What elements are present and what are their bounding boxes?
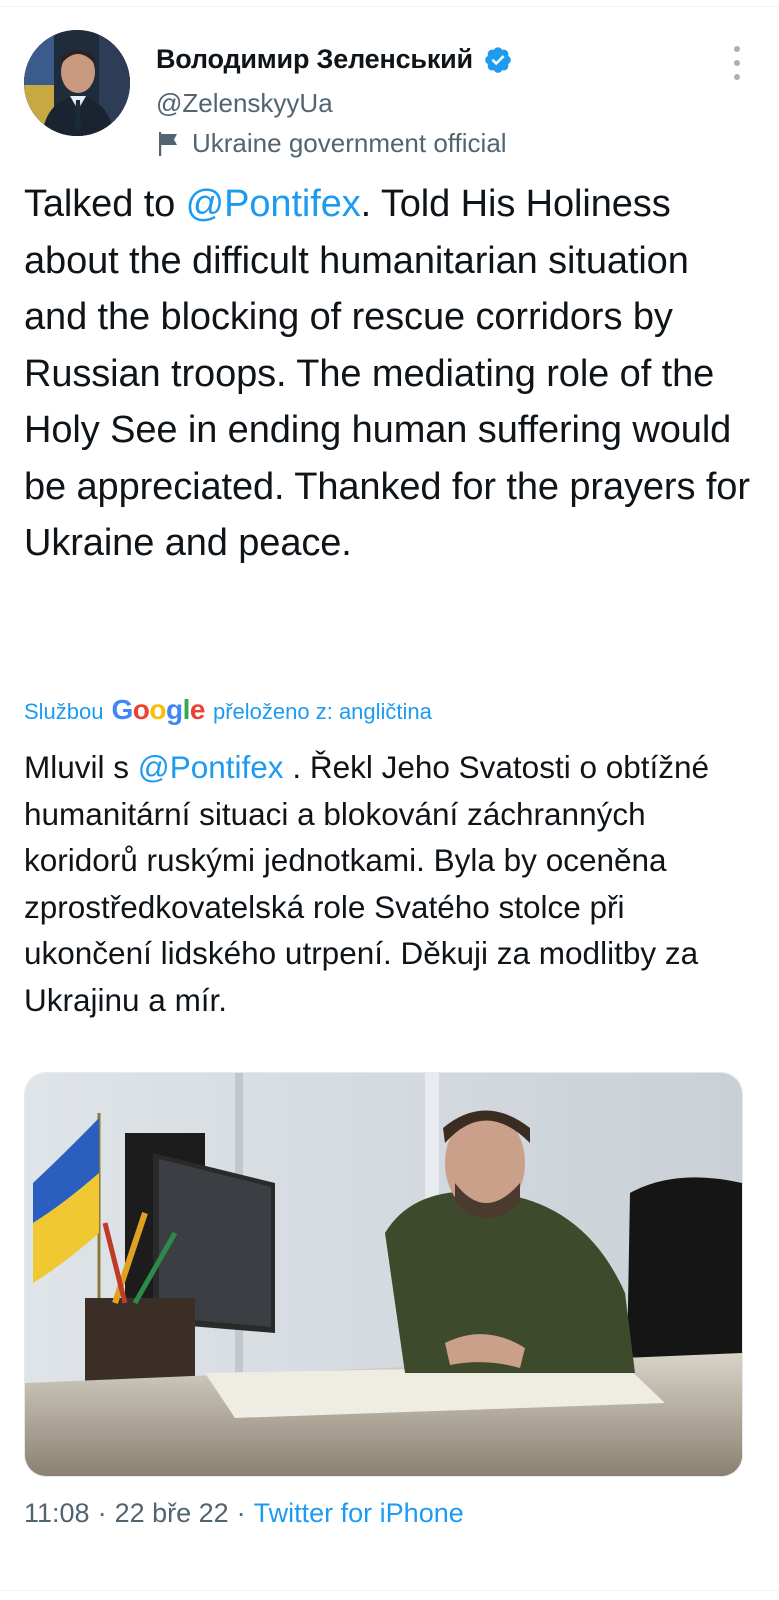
translation-attribution[interactable]: Službou Google přeloženo z: angličtina [24, 694, 432, 726]
tweet-source-link[interactable]: Twitter for iPhone [254, 1498, 464, 1529]
tweet-date[interactable]: 22 bře 22 [115, 1498, 229, 1529]
tweet-meta: 11:08 · 22 bře 22 · Twitter for iPhone [24, 1498, 464, 1529]
meta-separator: · [236, 1498, 246, 1528]
tweet-text-body: . Told His Holiness about the difficult … [24, 183, 750, 564]
bottom-divider [0, 1590, 779, 1591]
top-divider [0, 6, 779, 7]
author-name-row[interactable]: Володимир Зеленський [156, 44, 513, 75]
tweet-time[interactable]: 11:08 [24, 1498, 90, 1529]
meta-separator: · [97, 1498, 107, 1528]
tweet-text-prefix: Talked to [24, 183, 186, 225]
affiliation-label: Ukraine government official [156, 128, 507, 159]
verified-badge-icon [485, 46, 511, 73]
avatar[interactable] [24, 30, 130, 136]
display-name[interactable]: Володимир Зеленський [156, 44, 473, 75]
label-text: Ukraine government official [192, 128, 507, 158]
translation-from-label: přeloženo z: angličtina [212, 699, 432, 724]
tweet-text: Talked to @Pontifex. Told His Holiness a… [24, 176, 759, 572]
translation-by-label: Službou [24, 699, 104, 724]
tweet-photo[interactable] [24, 1072, 743, 1477]
more-vertical-icon[interactable] [725, 46, 749, 80]
translated-mention-link[interactable]: @Pontifex [138, 749, 284, 785]
translated-body: . Řekl Jeho Svatosti o obtížné humanitár… [24, 749, 710, 1018]
flag-icon [159, 131, 177, 156]
translated-prefix: Mluvil s [24, 749, 138, 785]
translated-text: Mluvil s @Pontifex . Řekl Jeho Svatosti … [24, 744, 759, 1023]
author-handle[interactable]: @ZelenskyyUa [156, 88, 333, 119]
mention-link[interactable]: @Pontifex [186, 183, 361, 225]
google-logo: Google [111, 694, 206, 725]
